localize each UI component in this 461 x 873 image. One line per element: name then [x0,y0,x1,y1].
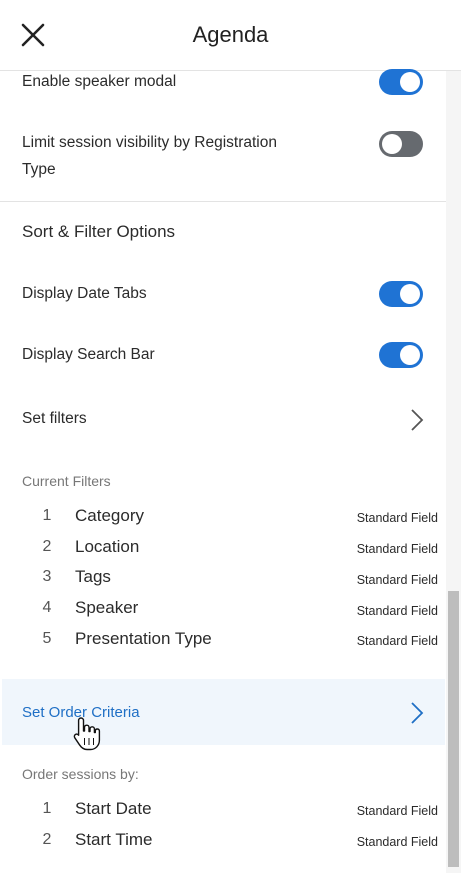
list-item-name: Start Time [75,830,153,849]
section-divider [0,201,446,202]
list-item-name: Category [75,506,144,525]
list-item-number: 3 [42,568,52,585]
chevron-right-icon[interactable] [406,408,426,432]
display-date-tabs-toggle[interactable] [379,281,423,307]
scrollbar-thumb[interactable] [448,591,459,867]
display-date-tabs-label: Display Date Tabs [22,285,147,302]
current-filters-label: Current Filters [22,473,111,489]
list-item-name: Tags [75,567,111,586]
list-item-type: Standard Field [356,634,438,648]
list-item-type: Standard Field [356,804,438,818]
list-item-type: Standard Field [356,573,438,587]
display-search-bar-label: Display Search Bar [22,346,155,363]
toggle-knob [382,134,402,154]
list-item-number: 1 [42,507,52,524]
limit-session-visibility-label-line1: Limit session visibility by Registration [22,134,277,151]
order-sessions-by-label: Order sessions by: [22,766,139,782]
list-item-type: Standard Field [356,604,438,618]
toggle-knob [400,345,420,365]
header: Agenda [0,0,461,71]
list-item-number: 1 [42,800,52,817]
chevron-right-icon[interactable] [406,701,426,725]
page-title: Agenda [192,22,269,47]
toggle-knob [400,284,420,304]
limit-session-visibility-toggle[interactable] [379,131,423,157]
list-item-name: Speaker [75,598,139,617]
list-item-type: Standard Field [356,542,438,556]
toggle-knob [400,72,420,92]
list-item-number: 4 [42,599,52,616]
list-item-type: Standard Field [356,835,438,849]
list-item-number: 5 [42,630,52,647]
list-item-number: 2 [42,831,52,848]
hand-cursor-icon [73,717,101,751]
list-item-number: 2 [42,538,52,555]
list-item-type: Standard Field [356,511,438,525]
display-search-bar-toggle[interactable] [379,342,423,368]
enable-speaker-modal-label: Enable speaker modal [22,73,177,90]
list-item-name: Location [75,537,140,556]
list-item-name: Start Date [75,799,152,818]
set-filters-label[interactable]: Set filters [22,410,87,428]
sort-filter-title: Sort & Filter Options [22,222,176,241]
list-item-name: Presentation Type [75,629,212,648]
limit-session-visibility-label-line2: Type [22,161,56,178]
enable-speaker-modal-toggle[interactable] [379,69,423,95]
